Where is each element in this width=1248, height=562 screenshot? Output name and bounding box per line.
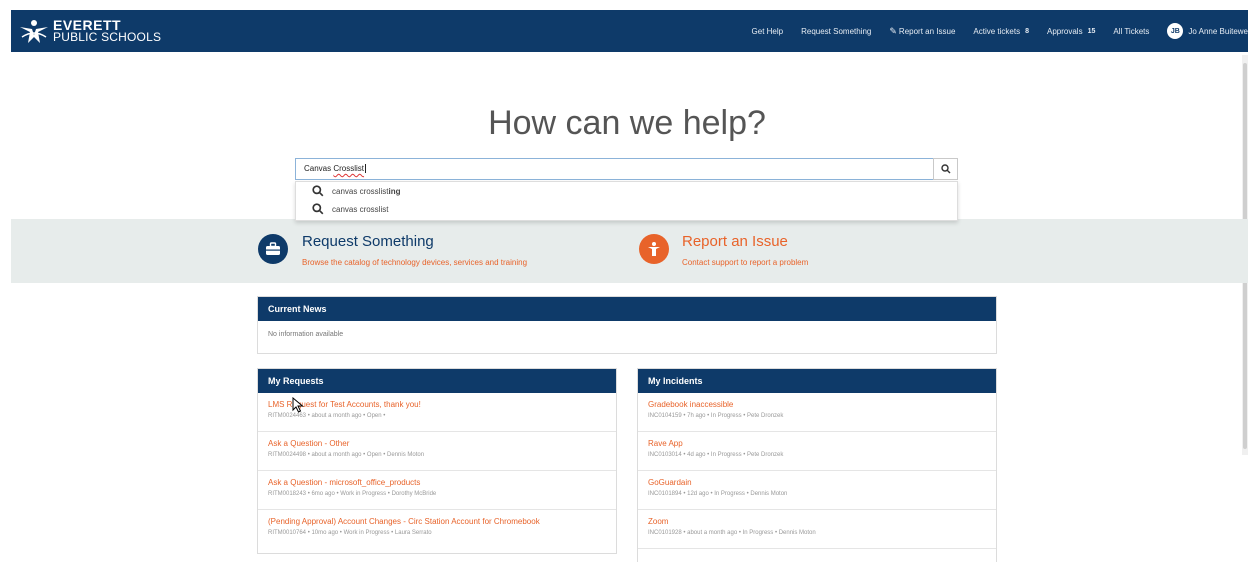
report-issue-desc: Contact support to report a problem <box>682 258 809 267</box>
district-logo[interactable]: EVERETT PUBLIC SCHOOLS <box>17 15 161 47</box>
current-news-empty: No information available <box>268 331 344 338</box>
list-item[interactable]: GoGuardain INC0101894 • 12d ago • In Pro… <box>638 471 996 510</box>
nav-approvals-label: Approvals <box>1047 26 1083 36</box>
incident-meta: INC0104159 • 7h ago • In Progress • Pete… <box>648 413 784 419</box>
exclamation-person-icon <box>639 234 669 264</box>
nav-active-tickets[interactable]: Active tickets 8 <box>973 27 1029 36</box>
incident-title[interactable]: Gradebook inaccessible <box>648 400 986 409</box>
mouse-cursor-icon <box>292 397 304 413</box>
my-incidents-panel: My Incidents Gradebook inaccessible INC0… <box>637 368 997 562</box>
list-item[interactable]: Gradebook inaccessible INC0104159 • 7h a… <box>638 393 996 432</box>
list-item[interactable]: (Pending Approval) Account Changes - Cir… <box>258 510 616 549</box>
request-something-tile[interactable]: Request Something Browse the catalog of … <box>258 234 527 267</box>
incident-title[interactable]: Rave App <box>648 439 986 448</box>
nav-get-help[interactable]: Get Help <box>752 27 784 36</box>
logo-figure-icon <box>17 16 51 46</box>
suggestion-item[interactable]: canvas crosslist <box>296 200 957 218</box>
active-tickets-count-badge: 8 <box>1025 27 1029 35</box>
services-band <box>11 219 1248 283</box>
suggestion-text: canvas crosslist <box>332 186 389 196</box>
request-something-title: Request Something <box>302 233 434 250</box>
incident-title[interactable]: Zoom <box>648 517 986 526</box>
nav-request-something[interactable]: Request Something <box>801 27 871 36</box>
request-title[interactable]: Ask a Question - microsoft_office_produc… <box>268 478 606 487</box>
request-meta: RITM0024463 • about a month ago • Open • <box>268 413 386 419</box>
suggestion-text: canvas crosslist <box>332 204 389 214</box>
list-item[interactable]: LMS Request for Test Accounts, thank you… <box>258 393 616 432</box>
list-item[interactable]: Ask a Question - Other RITM0024498 • abo… <box>258 432 616 471</box>
search-button[interactable] <box>933 158 958 180</box>
nav-approvals[interactable]: Approvals 15 <box>1047 27 1095 36</box>
user-name: Jo Anne Buitewe <box>1188 26 1248 36</box>
current-news-heading: Current News <box>258 297 996 321</box>
request-meta: RITM0010764 • 10mo ago • Work in Progres… <box>268 530 432 536</box>
approvals-count-badge: 15 <box>1087 27 1096 35</box>
briefcase-icon <box>258 234 288 264</box>
incident-title[interactable]: GoGuardain <box>648 478 986 487</box>
nav-report-issue-label: Report an Issue <box>898 26 956 36</box>
search-icon <box>312 185 324 197</box>
current-news-panel: Current News No information available <box>257 296 997 354</box>
incident-meta: INC0101894 • 12d ago • In Progress • Den… <box>648 491 788 497</box>
search-suggestions: canvas crosslist ing canvas crosslist <box>295 181 958 221</box>
my-incidents-heading: My Incidents <box>638 369 996 393</box>
incident-meta: INC0103014 • 4d ago • In Progress • Pete… <box>648 452 784 458</box>
page-title: How can we help? <box>488 104 766 142</box>
request-title[interactable]: (Pending Approval) Account Changes - Cir… <box>268 517 606 526</box>
list-item[interactable]: Zoom INC0101928 • about a month ago • In… <box>638 510 996 549</box>
nav-report-issue[interactable]: ✎ Report an Issue <box>889 26 955 37</box>
top-navbar: EVERETT PUBLIC SCHOOLS Get Help Request … <box>11 10 1248 52</box>
request-meta: RITM0024498 • about a month ago • Open •… <box>268 452 425 458</box>
my-requests-heading: My Requests <box>258 369 616 393</box>
report-issue-title: Report an Issue <box>682 233 788 250</box>
report-issue-tile[interactable]: Report an Issue Contact support to repor… <box>639 234 808 267</box>
search-icon <box>312 203 324 215</box>
list-item[interactable]: Ask a Question - microsoft_office_produc… <box>258 471 616 510</box>
pencil-icon: ✎ <box>889 25 897 36</box>
avatar: JB <box>1167 23 1184 39</box>
nav-links: Get Help Request Something ✎ Report an I… <box>734 10 1248 52</box>
search-value-prefix: Canvas <box>304 164 334 173</box>
suggestion-item[interactable]: canvas crosslist ing <box>296 182 957 200</box>
request-title[interactable]: Ask a Question - Other <box>268 439 606 448</box>
search-icon <box>940 164 950 174</box>
search-value-typed: Crosslist <box>333 164 365 173</box>
request-title[interactable]: LMS Request for Test Accounts, thank you… <box>268 400 606 409</box>
brand-line2: PUBLIC SCHOOLS <box>53 30 162 44</box>
nav-all-tickets[interactable]: All Tickets <box>1113 27 1149 36</box>
incident-meta: INC0101928 • about a month ago • In Prog… <box>648 530 816 536</box>
request-something-desc: Browse the catalog of technology devices… <box>302 258 528 267</box>
user-menu[interactable]: JB Jo Anne Buitewe <box>1167 23 1248 39</box>
my-requests-panel: My Requests LMS Request for Test Account… <box>257 368 617 554</box>
request-meta: RITM0018243 • 6mo ago • Work in Progress… <box>268 491 437 497</box>
nav-active-tickets-label: Active tickets <box>973 26 1021 36</box>
search-input[interactable]: Canvas Crosslist <box>295 158 934 180</box>
suggestion-match: ing <box>388 186 401 196</box>
list-item[interactable]: Rave App INC0103014 • 4d ago • In Progre… <box>638 432 996 471</box>
